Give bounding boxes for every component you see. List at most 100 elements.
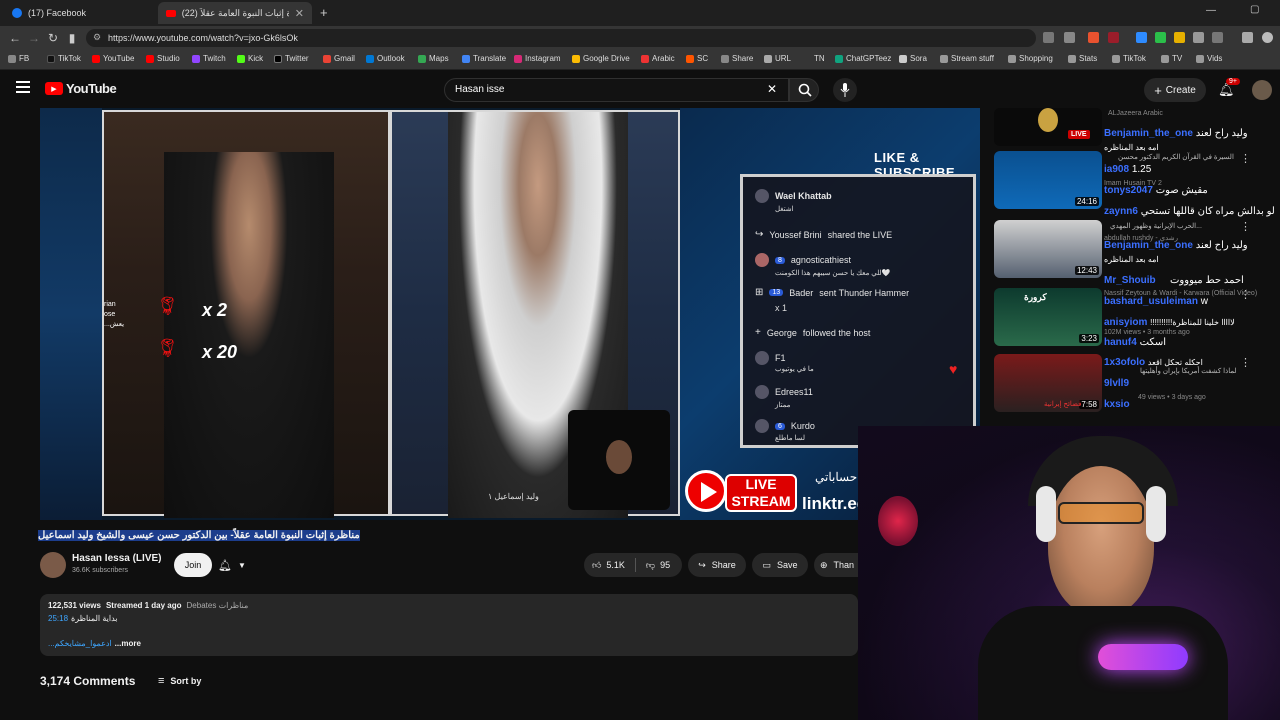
avatar[interactable] — [1252, 80, 1272, 100]
brave-shield-icon[interactable] — [1088, 32, 1099, 43]
recommended-video[interactable]: 12:43 — [994, 220, 1102, 278]
bookmark-folder[interactable]: Vids — [1196, 54, 1222, 63]
bookmark-tiktok[interactable]: TikTok — [47, 54, 81, 63]
video-duration: 3:23 — [1079, 334, 1099, 343]
bookmark-twitter[interactable]: Twitter — [274, 54, 309, 63]
bookmark-url[interactable]: URL — [764, 54, 791, 63]
tab-facebook[interactable]: (17) Facebook — [4, 2, 154, 24]
hashtag-link[interactable]: ...ادعموا_مشايخكم — [48, 639, 112, 648]
bookmark-share[interactable]: Share — [721, 54, 753, 63]
reload-icon[interactable]: ↻ — [46, 31, 60, 45]
bookmark-outlook[interactable]: Outlook — [366, 54, 405, 63]
plus-icon: + — [1154, 82, 1162, 98]
search-input[interactable]: Hasan isse — [444, 78, 789, 102]
thanks-button[interactable]: ⊕ Than — [814, 553, 858, 577]
video-meta: 102M views • 3 months ago — [1104, 329, 1190, 336]
bookmark-studio[interactable]: Studio — [146, 54, 180, 63]
clear-search-icon[interactable]: ✕ — [767, 82, 777, 96]
more-options-icon[interactable]: ⋮ — [1240, 220, 1251, 233]
join-button[interactable]: Join — [174, 553, 212, 577]
bookmark-sc[interactable]: SC — [686, 54, 708, 63]
extension-icon[interactable] — [1174, 32, 1185, 43]
profile-icon[interactable] — [1262, 32, 1273, 43]
bookmark-sora[interactable]: Sora — [899, 54, 927, 63]
video-channel: ALJazeera Arabic — [1108, 110, 1163, 117]
dislike-button[interactable]: 👎︎ 95 — [646, 560, 670, 571]
music-icon[interactable] — [1242, 32, 1253, 43]
chat-text: للي معك يا حسن سيبهم هذا الكومنت🤍 — [775, 270, 891, 277]
bookmark-folder[interactable]: TV — [1161, 54, 1182, 63]
bookmark-youtube[interactable]: YouTube — [92, 54, 134, 63]
bookmark-folder[interactable]: Stream stuff — [940, 54, 994, 63]
bookmark-kick[interactable]: Kick — [237, 54, 263, 63]
bookmark-arabic[interactable]: Arabic — [641, 54, 675, 63]
stream-chat-line: احمد حط ميوووت — [1170, 275, 1244, 286]
description-box[interactable]: 122,531 views Streamed 1 day ago Debates م… — [40, 594, 858, 656]
back-icon[interactable]: ← — [8, 31, 22, 45]
bookmark-twitch[interactable]: Twitch — [192, 54, 226, 63]
more-options-icon[interactable]: ⋮ — [1240, 152, 1251, 165]
bookmark-folder[interactable]: TikTok — [1112, 54, 1146, 63]
recommended-video[interactable]: 24:16 — [994, 151, 1102, 209]
chat-message: Wael Khattab — [755, 189, 832, 203]
search-button[interactable] — [789, 78, 819, 102]
forward-icon[interactable]: → — [27, 31, 41, 45]
more-link[interactable]: ...more — [115, 639, 141, 648]
more-options-icon[interactable]: ⋮ — [1240, 356, 1251, 369]
bookmark-google-drive[interactable]: Google Drive — [572, 54, 630, 63]
url-input[interactable]: ⚙ https://www.youtube.com/watch?v=jxo-Gk… — [86, 29, 1036, 47]
sidebar-icon[interactable] — [1212, 32, 1223, 43]
new-tab-button[interactable]: + — [320, 5, 328, 20]
sort-button[interactable]: ≡ Sort by — [158, 675, 201, 687]
extension-icon[interactable] — [1136, 32, 1147, 43]
save-button[interactable]: ▭ Save — [752, 553, 808, 577]
stream-chat-line: Mr_Shouib — [1104, 275, 1156, 286]
extension-icon[interactable] — [1108, 32, 1119, 43]
cast-icon[interactable] — [1043, 32, 1054, 43]
timestamp-link[interactable]: 25:18 — [48, 614, 68, 623]
menu-icon[interactable] — [16, 81, 30, 93]
notification-badge: 9+ — [1226, 78, 1240, 85]
recommended-video[interactable]: LIVE — [994, 108, 1102, 146]
bookmark-folder[interactable]: Shopping — [1008, 54, 1053, 63]
close-tab-icon[interactable]: ✕ — [295, 7, 304, 20]
create-button[interactable]: + Create — [1144, 78, 1206, 102]
share-button[interactable]: ↪ Share — [688, 553, 746, 577]
heart-icon: ♥ — [949, 361, 958, 377]
channel-name[interactable]: Hasan Iessa (LIVE) — [72, 553, 161, 564]
bookmark-fb[interactable]: FB — [8, 54, 29, 63]
thanks-icon: ⊕ — [820, 559, 828, 570]
chat-message: ⊞ 13 Bader sent Thunder Hammer — [755, 287, 910, 298]
chat-text: لسا ماطلع — [775, 435, 805, 442]
extension-icon[interactable] — [1155, 32, 1166, 43]
bookmark-gmail[interactable]: Gmail — [323, 54, 355, 63]
recommended-video[interactable]: كرورة 3:23 — [994, 288, 1102, 346]
puzzle-icon[interactable] — [1193, 32, 1204, 43]
youtube-logo[interactable]: ▶ YouTube — [45, 81, 117, 96]
site-info-icon[interactable]: ⚙ — [93, 32, 101, 43]
like-button[interactable]: 👍︎ 5.1K — [592, 560, 625, 571]
channel-avatar[interactable] — [40, 552, 66, 578]
share-icon[interactable] — [1064, 32, 1075, 43]
headphone-right — [1146, 486, 1166, 542]
tab-youtube[interactable]: (22) مناظرة إثبات النبوة العامة عقلاً ✕ — [158, 2, 312, 24]
notifications-button[interactable]: 🔔︎ 9+ — [1218, 78, 1240, 98]
voice-search-button[interactable] — [833, 78, 857, 102]
glasses-icon — [1058, 502, 1144, 524]
maximize-icon[interactable]: ▢ — [1250, 4, 1259, 15]
subscribe-notifications-button[interactable]: 🔔︎ ▼ — [218, 553, 262, 577]
bookmark-tn[interactable]: TN — [814, 54, 825, 63]
bookmark-instagram[interactable]: Instagram — [514, 54, 561, 63]
minimize-icon[interactable]: — — [1206, 5, 1216, 16]
bookmark-icon[interactable]: ▮ — [65, 31, 79, 45]
chat-message: 8 agnosticathiest — [755, 253, 851, 267]
stream-chat-line: ia908 1.25 — [1104, 164, 1152, 175]
chevron-down-icon: ▼ — [237, 560, 246, 570]
streamer-face — [1048, 466, 1154, 616]
streamer-webcam — [858, 426, 1280, 720]
bookmark-folder[interactable]: Stats — [1068, 54, 1097, 63]
bookmark-translate[interactable]: Translate — [462, 54, 506, 63]
bookmark-maps[interactable]: Maps — [418, 54, 449, 63]
video-player[interactable]: rian ose ...يعش 🌹︎ x 2 🌹︎ x 20 وليد إسما… — [40, 108, 980, 520]
bookmark-chatgpteez[interactable]: ChatGPTeez — [835, 54, 891, 63]
